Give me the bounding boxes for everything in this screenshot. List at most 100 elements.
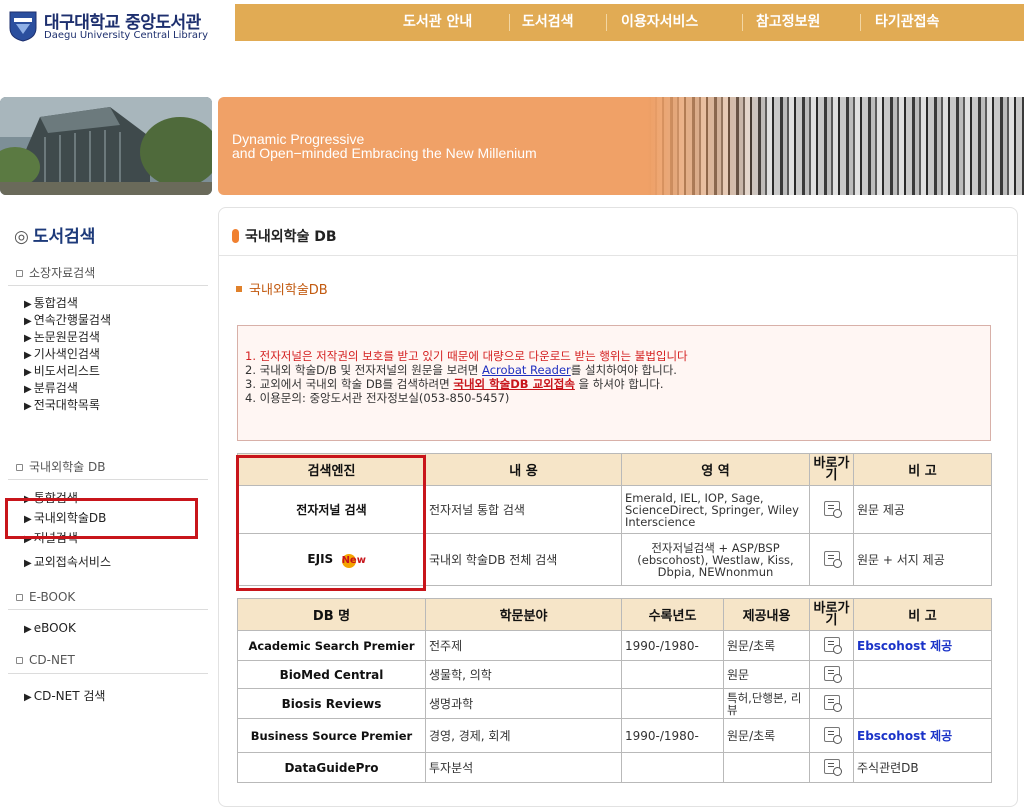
sidebar-item-thesis-search[interactable]: ▶ 논문원문검색 [24,329,100,347]
db-name[interactable]: Business Source Premier [237,718,426,753]
sidebar-item-label: 연속간행물검색 [33,313,111,327]
table-row: Academic Search Premier 전주제 1990-/1980- … [237,630,992,661]
db-note: Ebscohost 제공 [853,718,992,753]
library-building-photo [0,97,212,195]
db-years [621,752,724,783]
sidebar-section-ebook[interactable]: E-BOOK [16,590,75,604]
sidebar-divider [8,479,208,480]
nav-user-services[interactable]: 이용자서비스 [621,4,698,41]
highlight-box [236,455,426,591]
column-header: 영 역 [621,453,810,486]
column-header: 학문분야 [425,598,622,631]
goto-icon[interactable] [823,500,842,518]
goto-icon[interactable] [823,636,842,654]
db-note: 주식관련DB [853,752,992,783]
title-divider [218,255,1018,256]
sidebar-item-integrated-search[interactable]: ▶ 통합검색 [24,295,78,313]
sidebar-item-ebook[interactable]: ▶ eBOOK [24,620,76,638]
acrobat-reader-link[interactable]: Acrobat Reader [482,363,571,377]
db-field: 생물학, 의학 [425,660,622,689]
notice-line-2: 2. 국내외 학술D/B 및 전자저널의 원문을 보려면 Acrobat Rea… [245,363,677,377]
db-name[interactable]: DataGuidePro [237,752,426,783]
table-row: Business Source Premier 경영, 경제, 회계 1990-… [237,718,992,753]
db-years [621,660,724,689]
sidebar-item-serials-search[interactable]: ▶ 연속간행물검색 [24,312,111,330]
column-header: 바로가기 [809,598,854,631]
db-note [853,660,992,689]
sidebar-item-nonbook-list[interactable]: ▶ 비도서리스트 [24,363,100,381]
goto-icon[interactable] [823,758,842,776]
remote-access-link[interactable]: 국내외 학술DB 교외접속 [453,377,575,391]
library-name-english: Daegu University Central Library [44,30,209,41]
db-provides [723,752,810,783]
square-bullet-icon [16,464,23,471]
nav-reference-sources[interactable]: 참고정보원 [756,4,820,41]
sidebar-item-label: 통합검색 [33,296,78,310]
engine-content: 전자저널 통합 검색 [425,485,622,534]
sidebar-item-article-index[interactable]: ▶ 기사색인검색 [24,346,100,364]
notice-line-3: 3. 교외에서 국내외 학술 DB를 검색하려면 국내외 학술DB 교외접속 을… [245,377,664,391]
engine-content: 국내외 학술DB 전체 검색 [425,533,622,586]
column-header: 수록년도 [621,598,724,631]
sidebar-item-national-university-list[interactable]: ▶ 전국대학목록 [24,397,100,415]
table-row: BioMed Central 생물학, 의학 원문 [237,660,992,689]
sidebar-item-classification-search[interactable]: ▶ 분류검색 [24,380,78,398]
top-navigation: 도서관 안내 도서검색 이용자서비스 참고정보원 타기관접속 [235,4,1024,41]
goto-icon[interactable] [823,726,842,744]
engine-scope: 전자저널검색 + ASP/BSP (ebscohost), Westlaw, K… [621,533,810,586]
page-title-text: 국내외학술 DB [245,229,337,245]
goto-cell [809,533,854,586]
nav-library-guide[interactable]: 도서관 안내 [403,4,472,41]
section-heading-text: 국내외학술DB [249,283,328,298]
db-name[interactable]: Biosis Reviews [237,688,426,719]
db-years: 1990-/1980- [621,718,724,753]
sidebar-section-cdnet[interactable]: CD-NET [16,653,75,667]
highlight-box [5,498,198,539]
sidebar-divider [8,285,208,286]
sidebar-item-cdnet-search[interactable]: ▶ CD-NET 검색 [24,688,105,706]
goto-icon[interactable] [823,694,842,712]
engine-note: 원문 + 서지 제공 [853,533,992,586]
column-header: 비 고 [853,453,992,486]
db-provides: 원문/초록 [723,630,810,661]
sidebar-section-academic-db[interactable]: 국내외학술 DB [16,458,106,475]
db-note: Ebscohost 제공 [853,630,992,661]
goto-cell [809,485,854,534]
db-provides: 특허,단행본, 리뷰 [723,688,810,719]
page-title: 국내외학술 DB [232,226,337,246]
nav-other-institutions[interactable]: 타기관접속 [875,4,939,41]
sidebar-item-label: 기사색인검색 [33,347,100,361]
db-name[interactable]: BioMed Central [237,660,426,689]
database-table: DB 명 학문분야 수록년도 제공내용 바로가기 비 고 Academic Se… [237,598,992,783]
sidebar-section-label: 국내외학술 DB [29,460,106,474]
nav-book-search[interactable]: 도서검색 [522,4,574,41]
title-marker-icon [232,229,239,243]
sidebar-section-holdings[interactable]: 소장자료검색 [16,264,95,281]
banner-image-fade [648,97,768,195]
notice-line-1: 1. 전자저널은 저작권의 보호를 받고 있기 때문에 대량으로 다운로드 받는… [245,349,688,363]
db-note [853,688,992,719]
db-name[interactable]: Academic Search Premier [237,630,426,661]
goto-cell [809,688,854,719]
sidebar-item-label: eBOOK [33,621,76,635]
table-row: DataGuidePro 투자분석 주식관련DB [237,752,992,783]
section-heading: 국내외학술DB [236,279,328,298]
nav-separator [509,14,510,31]
goto-icon[interactable] [823,550,842,568]
square-bullet-icon [16,657,23,664]
notice-text: 을 하셔야 합니다. [574,377,664,391]
goto-cell [809,718,854,753]
sidebar-item-remote-access[interactable]: ▶ 교외접속서비스 [24,554,111,572]
sidebar-item-label: 비도서리스트 [33,364,100,378]
db-field: 경영, 경제, 회계 [425,718,622,753]
column-header: 바로가기 [809,453,854,486]
column-header: DB 명 [237,598,426,631]
db-years: 1990-/1980- [621,630,724,661]
goto-icon[interactable] [823,665,842,683]
circle-bullet-icon: ◎ [14,227,29,247]
sidebar-section-label: E-BOOK [29,590,76,604]
sidebar-item-label: 분류검색 [33,381,78,395]
db-field: 생명과학 [425,688,622,719]
nav-separator [860,14,861,31]
library-logo[interactable]: 대구대학교 중앙도서관 Daegu University Central Lib… [8,8,218,48]
